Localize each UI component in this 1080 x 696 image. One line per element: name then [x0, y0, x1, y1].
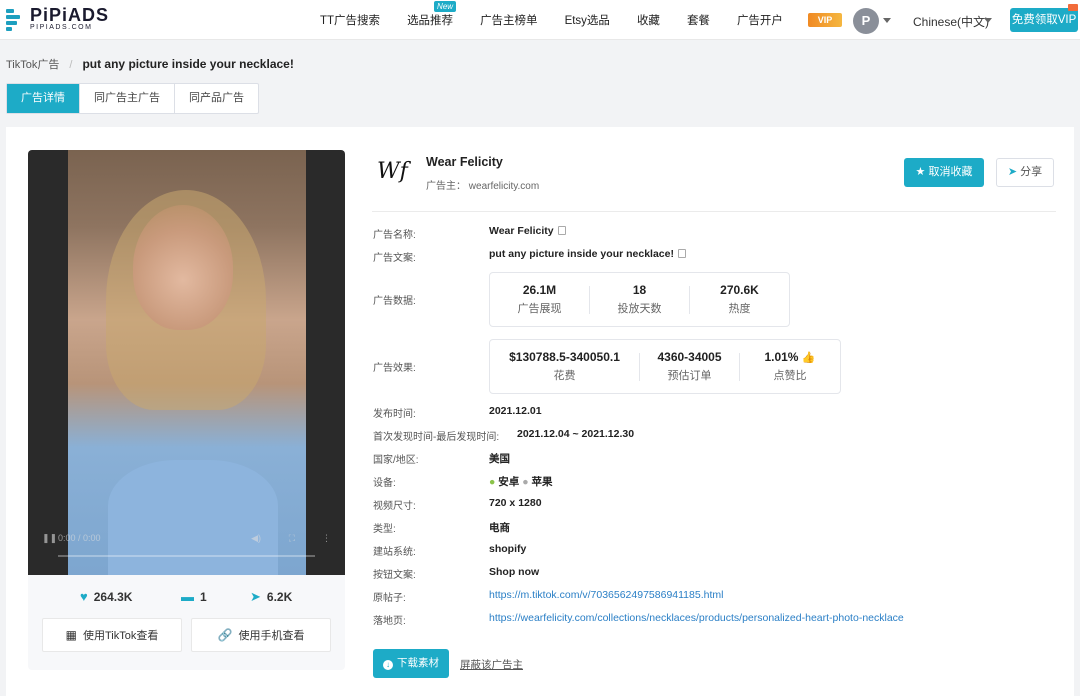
tab-same-advertiser[interactable]: 同广告主广告 — [80, 84, 175, 113]
nav-item-plans[interactable]: 套餐 — [687, 12, 710, 28]
original-post-link[interactable]: https://m.tiktok.com/v/70365624975869411… — [489, 589, 723, 601]
spend-metric: $130788.5-340050.1 花费 — [490, 350, 640, 382]
thumbs-up-icon: 👍 — [801, 352, 816, 364]
send-icon: ➤ — [1007, 166, 1018, 178]
main-nav: TT广告搜索 选品推荐 New 广告主榜单 Etsy选品 收藏 套餐 广告开户 — [320, 0, 810, 40]
detail-tabs: 广告详情 同广告主广告 同产品广告 — [6, 83, 259, 114]
breadcrumb-root[interactable]: TikTok广告 — [6, 59, 59, 71]
video-player[interactable]: ❚❚ 0:00 / 0:00 ◀) ⛶ ⋮ — [28, 150, 345, 575]
heart-icon: ♥ — [80, 589, 88, 604]
comment-icon: ▬ — [181, 589, 194, 604]
promo-tag-icon — [1068, 4, 1078, 11]
logo-name: PiPiADS — [30, 5, 110, 25]
pipiads-logo[interactable]: PiPiADS PIPIADS.COM — [6, 6, 109, 31]
volume-icon[interactable]: ◀) — [251, 533, 261, 544]
original-post-label: 原帖子: — [373, 593, 406, 604]
breadcrumb-separator: / — [69, 59, 73, 71]
nav-item-tt-ad-search[interactable]: TT广告搜索 — [320, 12, 380, 28]
landing-page-label: 落地页: — [373, 616, 406, 627]
advertiser-logo: Wf — [377, 159, 408, 184]
first-last-seen-label: 首次发现时间-最后发现时间: — [373, 432, 500, 443]
android-icon: ● — [489, 476, 496, 488]
days-metric: 18 投放天数 — [590, 283, 690, 315]
share-icon: ➤ — [250, 589, 261, 604]
ad-copy-value: put any picture inside your necklace! — [489, 248, 686, 260]
comments-stat: ▬ 1 — [181, 589, 207, 604]
nav-item-advertiser-ranking[interactable]: 广告主榜单 — [480, 12, 538, 28]
logo-mark-icon — [6, 7, 26, 31]
link-icon: 🔗 — [217, 628, 233, 642]
view-on-mobile-button[interactable]: 🔗 使用手机查看 — [191, 618, 331, 652]
chevron-down-icon[interactable] — [883, 18, 891, 23]
copy-icon[interactable] — [557, 226, 566, 235]
top-navbar: PiPiADS PIPIADS.COM TT广告搜索 选品推荐 New 广告主榜单… — [0, 0, 1080, 40]
apple-icon: ● — [522, 476, 529, 488]
nav-item-etsy[interactable]: Etsy选品 — [565, 12, 610, 28]
type-label: 类型: — [373, 524, 396, 535]
vip-icon: VIP — [808, 13, 842, 27]
free-vip-button[interactable]: 免费领取VIP — [1010, 4, 1078, 32]
avatar[interactable]: P — [853, 8, 879, 34]
chevron-down-icon[interactable] — [984, 18, 992, 23]
ad-name-label: 广告名称: — [373, 230, 416, 241]
country-label: 国家/地区: — [373, 455, 419, 466]
share-button[interactable]: ➤ 分享 — [996, 158, 1054, 187]
download-icon: ↓ — [383, 660, 393, 670]
video-frame — [68, 150, 306, 575]
advertiser-site: 广告主： wearfelicity.com — [426, 181, 540, 192]
like-rate-metric: 1.01% 👍 点赞比 — [764, 350, 816, 382]
impressions-metric: 26.1M 广告展现 — [490, 283, 590, 315]
qr-code-icon: ▦ — [65, 628, 77, 642]
breadcrumb: TikTok广告 / put any picture inside your nec… — [6, 56, 294, 72]
ad-data-label: 广告数据: — [373, 296, 416, 307]
ad-data-box: 26.1M 广告展现 18 投放天数 270.6K 热度 — [489, 272, 790, 327]
video-size-value: 720 x 1280 — [489, 497, 542, 509]
tab-ad-details[interactable]: 广告详情 — [7, 84, 80, 113]
divider — [372, 211, 1056, 212]
publish-time-label: 发布时间: — [373, 409, 416, 420]
ad-effect-label: 广告效果: — [373, 363, 416, 374]
first-last-seen-value: 2021.12.04 ~ 2021.12.30 — [517, 428, 635, 440]
star-icon: ★ — [915, 166, 926, 178]
block-advertiser-link[interactable]: 屏蔽该广告主 — [460, 657, 523, 672]
logo-domain: PIPIADS.COM — [30, 24, 93, 31]
ad-effect-box: $130788.5-340050.1 花费 4360-34005 预估订单 1.… — [489, 339, 841, 394]
device-value: ● 安卓 ● 苹果 — [489, 476, 553, 488]
fullscreen-icon[interactable]: ⛶ — [289, 533, 295, 544]
likes-stat: ♥ 264.3K — [80, 589, 133, 604]
video-time: 0:00 / 0:00 — [58, 533, 101, 543]
language-selector[interactable]: Chinese(中文) — [913, 13, 989, 30]
video-progress-bar[interactable] — [58, 555, 315, 557]
video-stats-panel: ♥ 264.3K ▬ 1 ➤ 6.2K ▦ 使用TikTok查看 🔗 使用手机查看 — [28, 575, 345, 670]
video-size-label: 视频尺寸: — [373, 501, 416, 512]
download-material-button[interactable]: ↓ 下载素材 — [373, 649, 449, 678]
button-copy-label: 按钮文案: — [373, 570, 416, 581]
ad-name-value: Wear Felicity — [489, 225, 566, 237]
site-system-value: shopify — [489, 543, 527, 555]
shares-stat: ➤ 6.2K — [250, 589, 293, 604]
nav-item-product-recommend[interactable]: 选品推荐 New — [407, 1, 457, 28]
landing-page-link[interactable]: https://wearfelicity.com/collections/nec… — [489, 612, 904, 624]
advertiser-name[interactable]: Wear Felicity — [426, 155, 503, 169]
view-on-tiktok-button[interactable]: ▦ 使用TikTok查看 — [42, 618, 182, 652]
unfavorite-button[interactable]: ★ 取消收藏 — [904, 158, 984, 187]
country-value: 美国 — [489, 453, 510, 465]
tab-same-product[interactable]: 同产品广告 — [175, 84, 258, 113]
device-label: 设备: — [373, 478, 396, 489]
type-value: 电商 — [489, 522, 510, 534]
more-icon[interactable]: ⋮ — [322, 533, 331, 544]
new-badge: New — [434, 1, 457, 12]
ad-copy-label: 广告文案: — [373, 253, 416, 264]
heat-metric: 270.6K 热度 — [720, 283, 759, 315]
pause-icon[interactable]: ❚❚ — [42, 533, 57, 544]
video-controls: ❚❚ 0:00 / 0:00 ◀) ⛶ ⋮ — [28, 531, 345, 547]
page-title: put any picture inside your necklace! — [82, 57, 294, 71]
publish-time-value: 2021.12.01 — [489, 405, 542, 417]
orders-metric: 4360-34005 预估订单 — [640, 350, 740, 382]
button-copy-value: Shop now — [489, 566, 540, 578]
nav-item-ad-account[interactable]: 广告开户 — [737, 12, 783, 28]
copy-icon[interactable] — [677, 249, 686, 258]
site-system-label: 建站系统: — [373, 547, 416, 558]
nav-item-favorites[interactable]: 收藏 — [637, 12, 660, 28]
